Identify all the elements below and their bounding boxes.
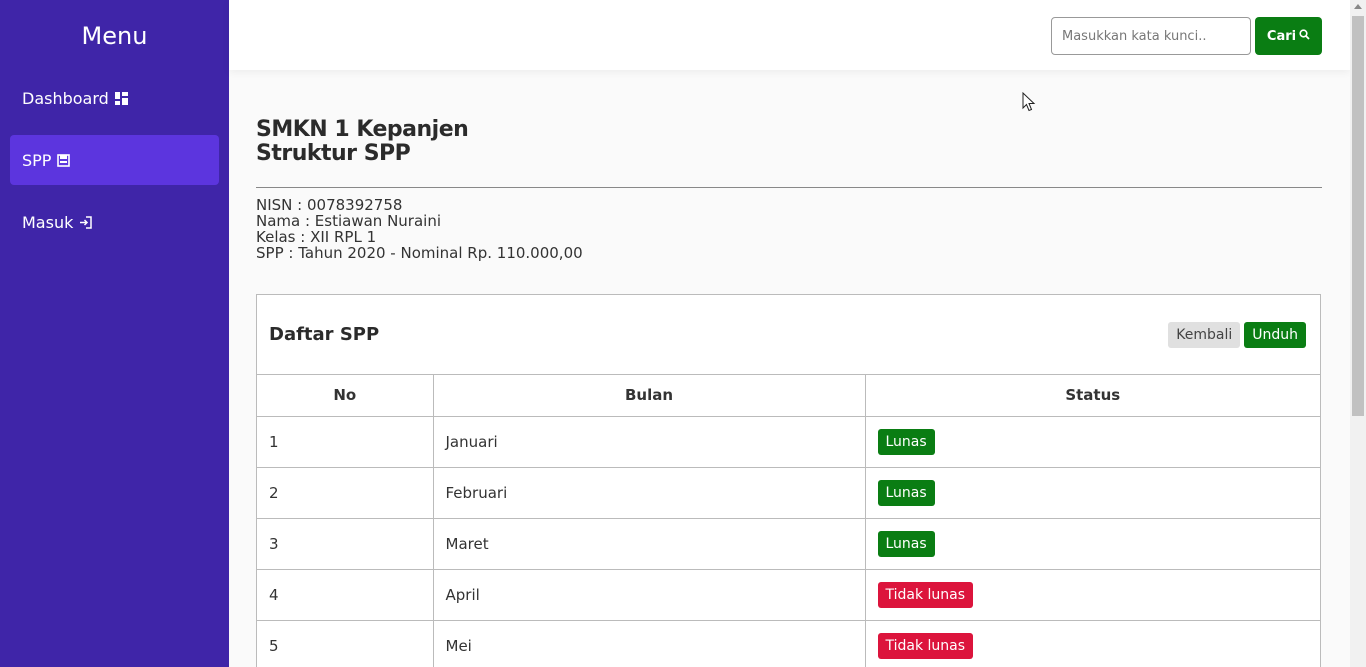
spp-card: Daftar SPP Kembali Unduh No Bulan Status… [256, 294, 1321, 667]
cell-status: Lunas [865, 467, 1320, 519]
student-nama: Nama : Estiawan Nuraini [256, 212, 442, 230]
search-button-label: Cari [1266, 28, 1297, 44]
sidebar-item-label: SPP [22, 150, 52, 170]
sidebar-item-spp[interactable]: SPP [10, 135, 219, 185]
register-icon [57, 153, 71, 167]
table-row: 4 April Tidak lunas [257, 569, 1320, 621]
table-row: 5 Mei Tidak lunas [257, 620, 1320, 667]
page-title: Struktur SPP [256, 141, 411, 166]
cell-status: Tidak lunas [865, 620, 1320, 667]
sidebar-item-label: Dashboard [22, 88, 109, 108]
cell-bulan: Maret [433, 518, 866, 570]
table-row: 2 Februari Lunas [257, 467, 1320, 519]
download-button[interactable]: Unduh [1244, 321, 1306, 348]
search-input[interactable] [1051, 17, 1251, 55]
status-badge: Lunas [877, 479, 935, 506]
card-header: Daftar SPP Kembali Unduh [257, 295, 1320, 375]
cell-no: 5 [257, 620, 434, 667]
back-button[interactable]: Kembali [1168, 321, 1241, 348]
page-header: SMKN 1 Kepanjen Struktur SPP [256, 118, 1322, 166]
scroll-up-arrow-icon[interactable] [1354, 4, 1362, 9]
card-actions: Kembali Unduh [1168, 321, 1306, 348]
card-title: Daftar SPP [269, 324, 380, 345]
sidebar-item-masuk[interactable]: Masuk [10, 197, 219, 247]
cell-bulan: Mei [433, 620, 866, 667]
cell-status: Lunas [865, 518, 1320, 570]
cell-bulan: April [433, 569, 866, 621]
cell-no: 1 [257, 416, 434, 468]
sidebar-item-label: Masuk [22, 212, 74, 232]
school-name: SMKN 1 Kepanjen [256, 117, 469, 142]
scroll-thumb[interactable] [1352, 16, 1364, 416]
login-icon [79, 215, 93, 229]
cell-status: Tidak lunas [865, 569, 1320, 621]
column-header-bulan: Bulan [433, 375, 866, 417]
table-header-row: No Bulan Status [257, 375, 1320, 417]
status-badge: Tidak lunas [877, 581, 974, 608]
cell-no: 4 [257, 569, 434, 621]
sidebar: Menu Dashboard SPP Masuk [0, 0, 229, 667]
search-icon [1299, 28, 1310, 44]
sidebar-item-dashboard[interactable]: Dashboard [10, 73, 219, 123]
student-info: NISN : 0078392758 Nama : Estiawan Nurain… [256, 197, 583, 261]
spp-table: No Bulan Status 1 Januari Lunas 2 Februa… [257, 375, 1320, 667]
student-nisn: NISN : 0078392758 [256, 196, 403, 214]
cell-bulan: Januari [433, 416, 866, 468]
dashboard-icon [114, 91, 128, 105]
cell-bulan: Februari [433, 467, 866, 519]
status-badge: Lunas [877, 530, 935, 557]
search-button[interactable]: Cari [1255, 17, 1322, 55]
table-row: 1 Januari Lunas [257, 416, 1320, 468]
table-row: 3 Maret Lunas [257, 518, 1320, 570]
scrollbar[interactable] [1350, 0, 1366, 667]
student-kelas: Kelas : XII RPL 1 [256, 228, 377, 246]
status-badge: Lunas [877, 428, 935, 455]
column-header-no: No [257, 375, 434, 417]
cell-status: Lunas [865, 416, 1320, 468]
mouse-cursor-icon [1022, 91, 1036, 116]
topbar: Cari [229, 0, 1350, 70]
cell-no: 2 [257, 467, 434, 519]
divider [256, 187, 1322, 188]
column-header-status: Status [865, 375, 1320, 417]
status-badge: Tidak lunas [877, 632, 974, 659]
sidebar-title: Menu [81, 22, 148, 50]
cell-no: 3 [257, 518, 434, 570]
student-spp: SPP : Tahun 2020 - Nominal Rp. 110.000,0… [256, 244, 583, 262]
